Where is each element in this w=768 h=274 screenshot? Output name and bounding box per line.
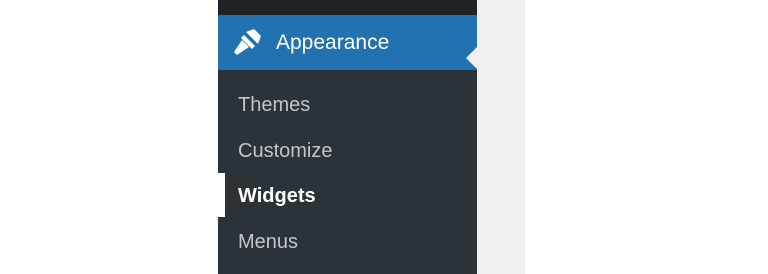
sidebar-previous-item[interactable] (218, 0, 477, 15)
submenu-item-themes[interactable]: Themes (238, 85, 310, 125)
submenu-item-customize[interactable]: Customize (238, 131, 332, 171)
menu-item-appearance-label: Appearance (276, 31, 390, 54)
paintbrush-icon (232, 28, 262, 56)
admin-sidebar: Appearance Themes Customize Widgets Menu… (218, 0, 478, 274)
current-item-indicator (218, 173, 225, 217)
active-menu-pointer (466, 46, 478, 70)
submenu-item-widgets[interactable]: Widgets (238, 176, 316, 216)
submenu-item-menus[interactable]: Menus (238, 222, 298, 262)
menu-item-appearance[interactable]: Appearance (218, 15, 478, 70)
content-area (477, 0, 525, 274)
screenshot-stage: Appearance Themes Customize Widgets Menu… (0, 0, 768, 274)
